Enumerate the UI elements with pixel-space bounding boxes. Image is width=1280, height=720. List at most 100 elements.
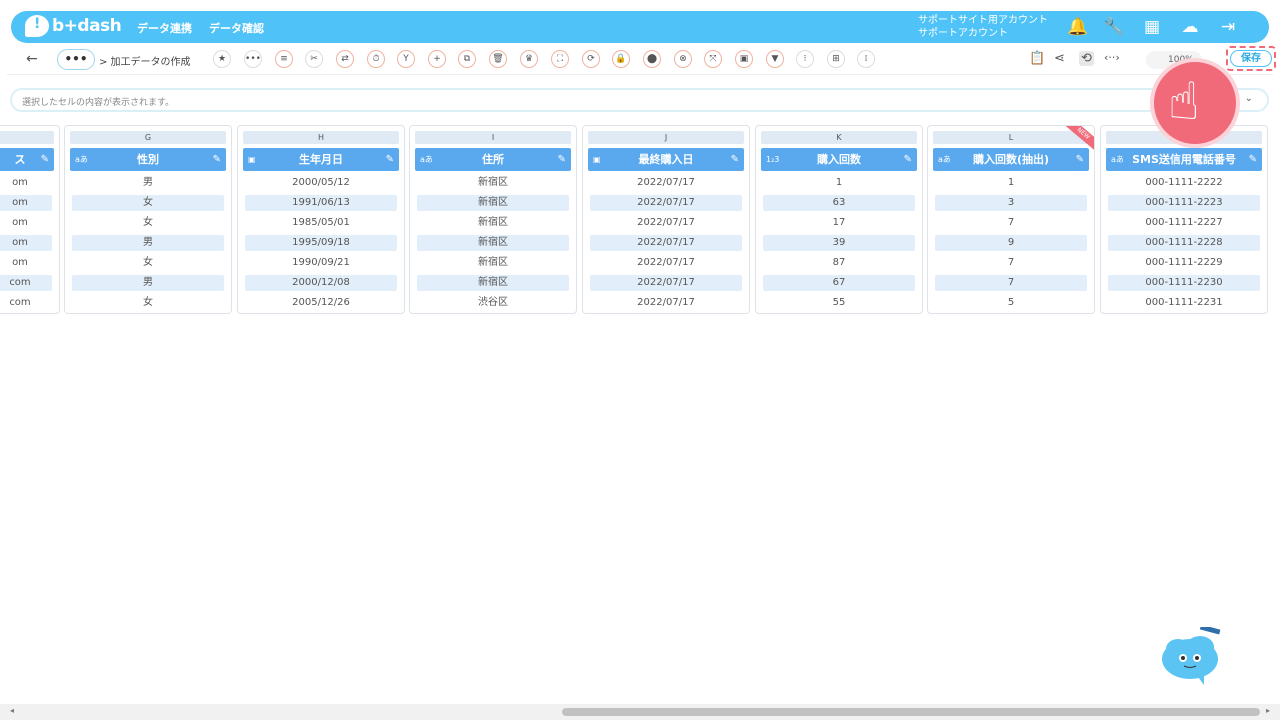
save-button[interactable]: 保存 bbox=[1230, 50, 1272, 67]
column-card[interactable]: Iaあ 住所 ✎ 新宿区 新宿区 新宿区 新宿区 新宿区 新宿区 渋谷区 bbox=[409, 125, 577, 314]
table-cell[interactable]: 1991/06/13 bbox=[245, 195, 397, 211]
table-cell[interactable]: 000-1111-2230 bbox=[1108, 275, 1260, 291]
table-cell[interactable]: 男 bbox=[72, 275, 224, 291]
table-cell[interactable]: 1 bbox=[763, 175, 915, 191]
table-cell[interactable]: 1995/09/18 bbox=[245, 235, 397, 251]
cube-icon[interactable]: ⬤ bbox=[643, 50, 661, 68]
column-letter[interactable]: G bbox=[70, 131, 226, 144]
swap-icon[interactable]: ⇄ bbox=[336, 50, 354, 68]
horizontal-scrollbar[interactable]: ◂ ▸ bbox=[0, 704, 1280, 720]
table-cell[interactable]: 63 bbox=[763, 195, 915, 211]
delete-trash-icon[interactable]: 🗑 bbox=[489, 50, 507, 68]
column-card[interactable]: H ▣ 生年月日 ✎ 2000/05/12 1991/06/13 1985/05/01 199… bbox=[237, 125, 405, 314]
table-cell[interactable]: 67 bbox=[763, 275, 915, 291]
list-icon[interactable]: ≡ bbox=[275, 50, 293, 68]
column-letter[interactable]: I bbox=[415, 131, 571, 144]
edit-pencil-icon[interactable]: ✎ bbox=[213, 148, 221, 171]
logout-icon[interactable]: ⇥ bbox=[1218, 17, 1238, 37]
bdash-logo[interactable]: b+dash bbox=[25, 15, 122, 37]
column-letter[interactable]: H bbox=[243, 131, 399, 144]
table-cell[interactable]: 新宿区 bbox=[417, 275, 569, 291]
table-cell[interactable]: om bbox=[0, 175, 52, 191]
table-cell[interactable]: 男 bbox=[72, 235, 224, 251]
table-cell[interactable]: 000-1111-2231 bbox=[1108, 295, 1260, 311]
table-cell[interactable]: 55 bbox=[763, 295, 915, 311]
crown-icon[interactable]: ♛ bbox=[520, 50, 538, 68]
column-letter[interactable] bbox=[0, 131, 54, 144]
table-cell[interactable]: 9 bbox=[935, 235, 1087, 251]
chevron-down-icon[interactable]: ⌄ bbox=[1245, 93, 1253, 104]
repeat-icon[interactable]: ⟳ bbox=[582, 50, 600, 68]
more-menu-button[interactable]: ••• bbox=[57, 49, 95, 70]
clipboard-icon[interactable]: 📋 bbox=[1029, 51, 1045, 66]
wrench-icon[interactable]: 🔧 bbox=[1103, 17, 1124, 37]
cell-content-bar[interactable]: 選択したセルの内容が表示されます。 ⌄ bbox=[10, 88, 1269, 112]
frame-icon[interactable]: ▣ bbox=[735, 50, 753, 68]
table-grid-icon[interactable]: ⊞ bbox=[827, 50, 845, 68]
table-cell[interactable]: 女 bbox=[72, 255, 224, 271]
table-cell[interactable]: om bbox=[0, 255, 52, 271]
split-columns-icon[interactable]: ⁝ bbox=[796, 50, 814, 68]
column-header[interactable]: aあ 住所 ✎ bbox=[415, 148, 571, 171]
table-cell[interactable]: 000-1111-2223 bbox=[1108, 195, 1260, 211]
table-cell[interactable]: 87 bbox=[763, 255, 915, 271]
table-cell[interactable]: om bbox=[0, 215, 52, 231]
nav-data-check[interactable]: データ確認 bbox=[209, 20, 264, 36]
shuffle-icon[interactable]: ⤧ bbox=[704, 50, 722, 68]
edit-pencil-icon[interactable]: ✎ bbox=[904, 148, 912, 171]
table-cell[interactable]: 000-1111-2229 bbox=[1108, 255, 1260, 271]
column-header[interactable]: ス ✎ bbox=[0, 148, 54, 171]
refresh-icon[interactable]: ⟲ bbox=[1079, 51, 1094, 66]
table-cell[interactable]: 000-1111-2228 bbox=[1108, 235, 1260, 251]
scissors-tools-icon[interactable]: ✂ bbox=[305, 50, 323, 68]
table-cell[interactable]: 渋谷区 bbox=[417, 295, 569, 311]
column-header[interactable]: ▣ 生年月日 ✎ bbox=[243, 148, 399, 171]
edit-pencil-icon[interactable]: ✎ bbox=[1076, 148, 1084, 171]
nav-data-integration[interactable]: データ連携 bbox=[137, 20, 192, 36]
column-card[interactable]: Gaあ 性別 ✎ 男女女男女男女 bbox=[64, 125, 232, 314]
filter-icon[interactable]: ▼ bbox=[766, 50, 784, 68]
table-cell[interactable]: 男 bbox=[72, 175, 224, 191]
table-cell[interactable]: om bbox=[0, 235, 52, 251]
column-header[interactable]: 1₂3 購入回数 ✎ bbox=[761, 148, 917, 171]
column-settings-icon[interactable]: ⁞ bbox=[857, 50, 875, 68]
table-cell[interactable]: 女 bbox=[72, 295, 224, 311]
table-cell[interactable]: 2022/07/17 bbox=[590, 295, 742, 311]
table-cell[interactable]: 2000/05/12 bbox=[245, 175, 397, 191]
table-cell[interactable]: com bbox=[0, 295, 52, 311]
table-cell[interactable]: 女 bbox=[72, 195, 224, 211]
table-cell[interactable]: 新宿区 bbox=[417, 235, 569, 251]
table-cell[interactable]: 新宿区 bbox=[417, 255, 569, 271]
column-card[interactable]: Laあ 購入回数(抽出) ✎ 1 3 7 9 7 7 5 NEW bbox=[927, 125, 1095, 314]
column-card[interactable]: aあ SMS送信用電話番号 ✎ 000-1111-2222 000-1111-2223 0… bbox=[1100, 125, 1268, 314]
grid-apps-icon[interactable]: ▦ bbox=[1142, 17, 1162, 37]
table-cell[interactable]: 17 bbox=[763, 215, 915, 231]
more-dots-icon[interactable]: ••• bbox=[244, 50, 262, 68]
mascot-character[interactable] bbox=[1160, 627, 1226, 687]
edit-pencil-icon[interactable]: ✎ bbox=[41, 148, 49, 171]
edit-pencil-icon[interactable]: ✎ bbox=[386, 148, 394, 171]
edit-pencil-icon[interactable]: ✎ bbox=[1249, 148, 1257, 171]
table-cell[interactable]: 3 bbox=[935, 195, 1087, 211]
table-cell[interactable]: om bbox=[0, 195, 52, 211]
column-card[interactable]: ス ✎ om om om om om com com bbox=[0, 125, 60, 314]
column-card[interactable]: J ▣ 最終購入日 ✎ 2022/07/17 2022/07/17 2022/07/17 20… bbox=[582, 125, 750, 314]
bell-icon[interactable]: 🔔 bbox=[1067, 17, 1088, 37]
column-header[interactable]: aあ SMS送信用電話番号 ✎ bbox=[1106, 148, 1262, 171]
column-card[interactable]: K 1₂3 購入回数 ✎ 1 63 17 39 87 67 55 bbox=[755, 125, 923, 314]
table-cell[interactable]: 新宿区 bbox=[417, 195, 569, 211]
scroll-right-arrow-icon[interactable]: ▸ bbox=[1266, 706, 1270, 715]
table-cell[interactable]: 39 bbox=[763, 235, 915, 251]
lock-icon[interactable]: 🔒 bbox=[612, 50, 630, 68]
expand-icon[interactable]: ⛶ bbox=[551, 50, 569, 68]
edit-pencil-icon[interactable]: ✎ bbox=[731, 148, 739, 171]
table-cell[interactable]: 000-1111-2222 bbox=[1108, 175, 1260, 191]
table-cell[interactable]: com bbox=[0, 275, 52, 291]
column-letter[interactable]: L bbox=[933, 131, 1089, 144]
account-info[interactable]: サポートサイト用アカウント サポートアカウント bbox=[918, 14, 1048, 40]
copy-icon[interactable]: ⧉ bbox=[458, 50, 476, 68]
table-cell[interactable]: 2022/07/17 bbox=[590, 195, 742, 211]
column-header[interactable]: aあ 性別 ✎ bbox=[70, 148, 226, 171]
table-cell[interactable]: 2022/07/17 bbox=[590, 275, 742, 291]
add-plus-icon[interactable]: + bbox=[428, 50, 446, 68]
